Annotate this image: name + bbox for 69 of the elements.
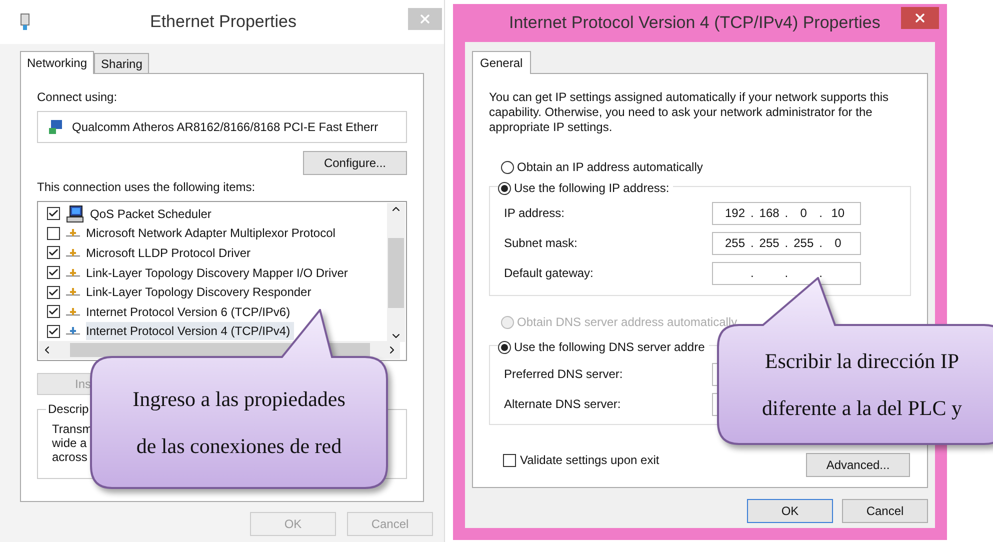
network-adapter-icon	[48, 119, 64, 135]
adapter-field: Qualcomm Atheros AR8162/8166/8168 PCI-E Fast Etherr	[37, 111, 407, 143]
tab[interactable]: Sharing	[94, 53, 150, 73]
radio-button[interactable]	[501, 160, 514, 174]
checkbox[interactable]	[503, 454, 516, 466]
item-label: Microsoft LLDP Protocol Driver	[86, 244, 252, 262]
item-label: QoS Packet Scheduler	[90, 206, 212, 223]
network-adapter-icon	[20, 13, 30, 31]
item-label: Internet Protocol Version 6 (TCP/IPv6)	[86, 304, 292, 321]
tab[interactable]: General	[472, 51, 531, 74]
description-text: across	[52, 450, 88, 464]
network-protocol-icon	[66, 228, 80, 238]
vertical-scrollbar[interactable]	[387, 203, 405, 342]
list-item[interactable]: Microsoft Network Adapter Multiplexor Protocol	[47, 224, 340, 244]
radio-button[interactable]	[498, 182, 511, 194]
callout-text: Ingreso a las propiedades de las conexiones de red	[132, 386, 346, 460]
list-item[interactable]: QoS Packet Scheduler	[47, 204, 216, 224]
field-label: Preferred DNS server:	[504, 366, 624, 383]
list-item[interactable]: Link-Layer Topology Discovery Responder	[47, 282, 316, 302]
list-item[interactable]: Link-Layer Topology Discovery Mapper I/O Driver	[47, 262, 352, 282]
item-label: Microsoft Network Adapter Multiplexor Protocol	[86, 225, 336, 242]
checkbox[interactable]	[47, 324, 60, 338]
network-protocol-icon	[66, 287, 80, 298]
scrollbar-thumb[interactable]	[388, 238, 404, 308]
window-title: Internet Protocol Version 4 (TCP/IPv4) Properties	[509, 12, 880, 34]
ip-address-field[interactable]: 192 . 168 . 0 . 10	[712, 202, 861, 224]
connect-using-label: Connect using:	[37, 89, 118, 106]
radio-option[interactable]: Use the following IP address:	[498, 179, 674, 197]
list-item[interactable]: Microsoft LLDP Protocol Driver	[47, 243, 254, 263]
network-protocol-icon	[66, 268, 80, 278]
radio-option[interactable]: Use the following DNS server addre	[498, 338, 709, 356]
item-label: Internet Protocol Version 4 (TCP/IPv4)	[86, 322, 294, 340]
item-label: Link-Layer Topology Discovery Mapper I/O Driver	[86, 264, 349, 282]
field-label: Alternate DNS server:	[504, 396, 622, 413]
close-icon	[913, 11, 927, 25]
checkbox[interactable]	[47, 286, 60, 299]
list-item[interactable]: Internet Protocol Version 6 (TCP/IPv6)	[47, 302, 294, 322]
checkbox[interactable]	[47, 305, 60, 318]
network-protocol-icon	[66, 248, 80, 258]
checkbox[interactable]	[47, 226, 60, 240]
dialog-button[interactable]: Cancel	[842, 499, 928, 523]
intro-text: You can get IP settings assigned automatically if your network supports this capability. Otherwise, you need to ask your network administrator for the appropriate IP settings.	[489, 90, 890, 135]
network-protocol-icon	[66, 326, 80, 336]
callout-text: Escribir la dirección IP diferente a la del PLC y	[762, 348, 962, 422]
items-label: This connection uses the following items:	[37, 179, 256, 196]
ip-address-field[interactable]: . . .	[712, 262, 861, 284]
checkbox[interactable]	[47, 246, 60, 260]
window-title: Ethernet Properties	[150, 11, 296, 34]
checkbox-option[interactable]: Validate settings upon exit	[503, 451, 660, 469]
close-icon	[418, 12, 432, 26]
ip-address-field[interactable]: 255 . 255 . 255 . 0	[712, 232, 861, 254]
dialog-button[interactable]: OK	[747, 499, 833, 523]
field-label: Default gateway:	[504, 265, 594, 282]
checkbox[interactable]	[47, 266, 60, 280]
radio-button[interactable]	[498, 340, 511, 354]
checkbox[interactable]	[47, 207, 60, 220]
computer-icon	[66, 204, 84, 223]
group-legend: Descrip	[46, 402, 91, 416]
advanced-button[interactable]: Advanced...	[806, 453, 910, 477]
field-label: Subnet mask:	[504, 235, 578, 252]
field-label: IP address:	[504, 205, 566, 222]
radio-option[interactable]: Obtain an IP address automatically	[501, 158, 911, 176]
item-label: Link-Layer Topology Discovery Responder	[86, 284, 312, 302]
list-item[interactable]: Internet Protocol Version 4 (TCP/IPv4)	[47, 322, 294, 342]
close-button[interactable]	[901, 7, 939, 29]
network-protocol-icon	[66, 306, 80, 317]
tab[interactable]: Networking	[20, 51, 94, 74]
configure-button[interactable]: Configure...	[303, 151, 407, 175]
description-text: wide a	[52, 436, 87, 450]
